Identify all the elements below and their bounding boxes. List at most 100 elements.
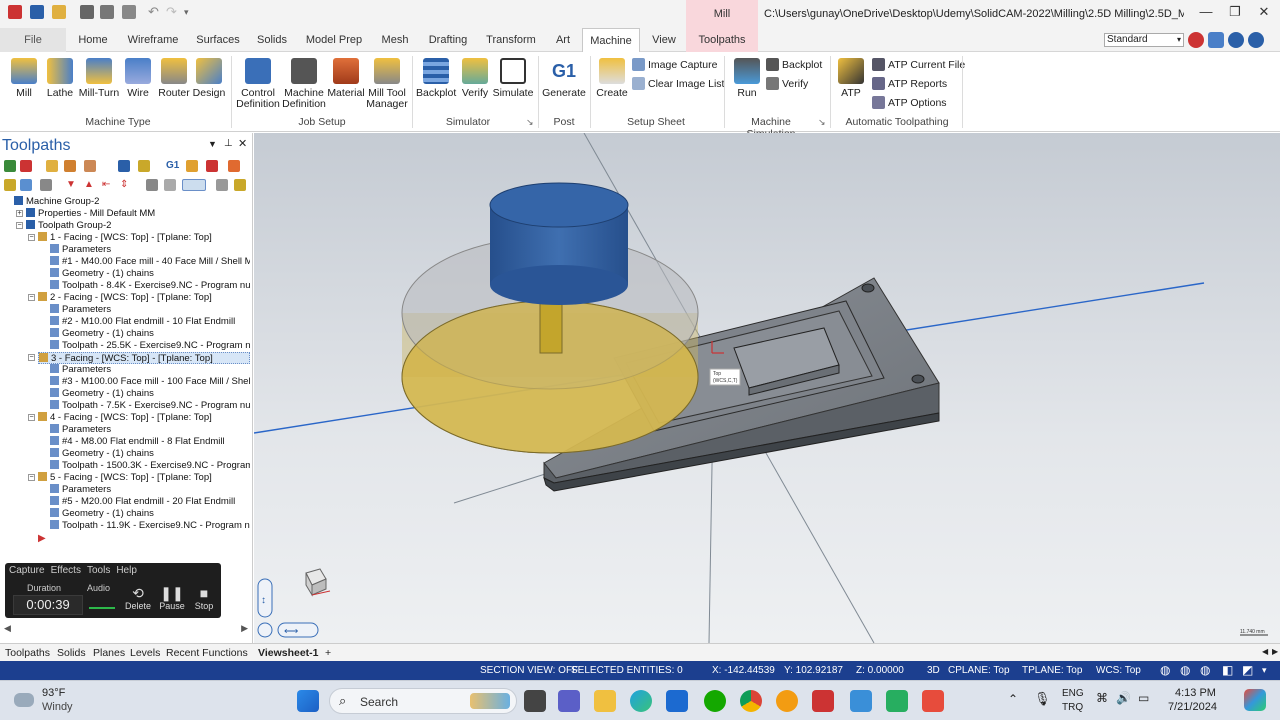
- wcs-status[interactable]: WCS: Top: [1096, 661, 1141, 680]
- viewsheet-tab[interactable]: Viewsheet-1: [258, 647, 319, 659]
- viewsheet-prev-icon[interactable]: ◀: [1262, 647, 1268, 656]
- weather-desc[interactable]: Windy: [42, 701, 73, 713]
- tree-group-item[interactable]: Toolpath Group-2: [26, 220, 250, 232]
- display-options-icon[interactable]: [182, 179, 206, 191]
- expand-toggle-icon[interactable]: −: [28, 234, 35, 241]
- delete-toolpath-icon[interactable]: [206, 160, 218, 172]
- start-windows-icon[interactable]: [297, 690, 319, 712]
- expand-toggle-icon[interactable]: −: [28, 294, 35, 301]
- operation-child-item[interactable]: Toolpath - 11.9K - Exercise9.NC - Progra…: [50, 520, 250, 532]
- toolpath-options-icon[interactable]: [84, 160, 96, 172]
- recorder-delete-button[interactable]: ⟲ Delete: [121, 585, 155, 611]
- deselect-icon[interactable]: [20, 160, 32, 172]
- operation-item[interactable]: 3 - Facing - [WCS: Top] - [Tplane: Top]: [38, 352, 250, 364]
- add-viewsheet-button[interactable]: +: [325, 647, 331, 659]
- backplot-button[interactable]: Backplot: [416, 56, 456, 99]
- network-icon[interactable]: ⌘: [1096, 691, 1108, 705]
- tray-overflow-icon[interactable]: ⌃: [1008, 692, 1018, 706]
- viewsheet-next-icon[interactable]: ▶: [1272, 647, 1278, 656]
- dropdown-icon[interactable]: ▾: [1262, 661, 1267, 680]
- bottom-tab-recent-functions[interactable]: Recent Functions: [166, 647, 248, 659]
- recorder-menu-tools[interactable]: Tools: [87, 565, 110, 576]
- operation-child-item[interactable]: #5 - M20.00 Flat endmill - 20 Flat Endmi…: [50, 496, 250, 508]
- upwork-icon[interactable]: [704, 690, 726, 712]
- notepad-icon[interactable]: [850, 690, 872, 712]
- operation-child-item[interactable]: Geometry - (1) chains: [50, 328, 250, 340]
- camtasia-green-icon[interactable]: [886, 690, 908, 712]
- show-all-icon[interactable]: [164, 179, 176, 191]
- rotate-control[interactable]: [257, 622, 273, 638]
- machine-verify-button[interactable]: Verify: [766, 76, 808, 92]
- recorder-menu-effects[interactable]: Effects: [51, 565, 81, 576]
- operation-child-item[interactable]: Toolpath - 1500.3K - Exercise9.NC - Prog…: [50, 460, 250, 472]
- help-toolpath-icon[interactable]: [228, 160, 240, 172]
- tool-settings-icon[interactable]: [234, 179, 246, 191]
- operation-child-item[interactable]: #4 - M8.00 Flat endmill - 8 Flat Endmill: [50, 436, 250, 448]
- messages-icon[interactable]: [1208, 32, 1224, 48]
- move-up-icon[interactable]: ▲: [84, 179, 96, 191]
- operation-child-item[interactable]: #1 - M40.00 Face mill - 40 Face Mill / S…: [50, 256, 250, 268]
- taskbar-search[interactable]: ⌕ Search: [329, 688, 517, 714]
- machine-simulation-launcher-icon[interactable]: ↘: [818, 117, 826, 128]
- minimize-button[interactable]: —: [1196, 4, 1216, 22]
- operation-child-item[interactable]: Toolpath - 8.4K - Exercise9.NC - Program…: [50, 280, 250, 292]
- operation-child-item[interactable]: Parameters: [50, 424, 250, 436]
- atp-reports-button[interactable]: ATP Reports: [872, 76, 947, 92]
- tab-surfaces[interactable]: Surfaces: [194, 28, 242, 52]
- operation-child-item[interactable]: #3 - M100.00 Face mill - 100 Face Mill /…: [50, 376, 250, 388]
- operation-child-item[interactable]: Geometry - (1) chains: [50, 508, 250, 520]
- machine-backplot-button[interactable]: Backplot: [766, 57, 822, 73]
- regenerate-dirty-icon[interactable]: [64, 160, 76, 172]
- operation-item[interactable]: 4 - Facing - [WCS: Top] - [Tplane: Top]: [38, 412, 250, 424]
- operation-child-item[interactable]: Toolpath - 25.5K - Exercise9.NC - Progra…: [50, 340, 250, 352]
- globe-icon[interactable]: ◍: [1160, 661, 1170, 680]
- expand-toggle-icon[interactable]: −: [28, 354, 35, 361]
- scroll-right-icon[interactable]: ▶: [241, 623, 248, 634]
- expand-toggle-icon[interactable]: −: [16, 222, 23, 229]
- print-icon[interactable]: [80, 5, 94, 19]
- run-button[interactable]: Run: [732, 56, 762, 99]
- atp-options-button[interactable]: ATP Options: [872, 95, 947, 111]
- design-button[interactable]: Design: [192, 56, 226, 99]
- panel-close-icon[interactable]: ✕: [238, 137, 247, 150]
- clear-image-list-button[interactable]: Clear Image List: [632, 76, 724, 92]
- horizontal-scrollbar[interactable]: ◀ ▶: [4, 623, 248, 635]
- battery-icon[interactable]: ▭: [1138, 691, 1149, 705]
- tab-toolpaths[interactable]: Toolpaths: [686, 28, 758, 52]
- mode-3d-toggle[interactable]: 3D: [927, 661, 940, 680]
- mill-tool-manager-button[interactable]: Mill Tool Manager: [366, 56, 408, 110]
- tab-solids[interactable]: Solids: [254, 28, 290, 52]
- audio-level-icon[interactable]: [89, 601, 115, 609]
- tab-home[interactable]: Home: [70, 28, 116, 52]
- weather-temp[interactable]: 93°F: [42, 687, 65, 699]
- verify-toolpath-icon[interactable]: [138, 160, 150, 172]
- comments-icon[interactable]: [1228, 32, 1244, 48]
- post-toolpath-icon[interactable]: G1: [166, 160, 179, 172]
- operation-child-item[interactable]: #2 - M10.00 Flat endmill - 10 Flat Endmi…: [50, 316, 250, 328]
- language-eng[interactable]: ENG: [1062, 688, 1084, 699]
- scroll-left-icon[interactable]: ◀: [4, 623, 11, 634]
- recorder-stop-button[interactable]: ■ Stop: [187, 585, 221, 611]
- simulator-launcher-icon[interactable]: ↘: [526, 117, 534, 128]
- app-orange-icon[interactable]: [776, 690, 798, 712]
- mill-turn-button[interactable]: Mill-Turn: [78, 56, 120, 99]
- bottom-tab-solids[interactable]: Solids: [57, 647, 86, 659]
- tab-drafting[interactable]: Drafting: [424, 28, 472, 52]
- print-preview-icon[interactable]: [100, 5, 114, 19]
- control-definition-button[interactable]: Control Definition: [236, 56, 280, 110]
- restore-button[interactable]: ❐: [1225, 4, 1245, 22]
- app-icon[interactable]: [8, 5, 22, 19]
- language-trq[interactable]: TRQ: [1062, 702, 1083, 713]
- camtasia-red-icon[interactable]: [922, 690, 944, 712]
- toggle-display-icon[interactable]: [20, 179, 32, 191]
- teams-icon[interactable]: [558, 690, 580, 712]
- image-capture-button[interactable]: Image Capture: [632, 57, 717, 73]
- tree-group-item[interactable]: Properties - Mill Default MM: [26, 208, 250, 220]
- pin-icon[interactable]: ⊥: [224, 138, 233, 149]
- chrome-icon[interactable]: [740, 690, 762, 712]
- atp-button[interactable]: ATP: [836, 56, 866, 99]
- tree-group-item[interactable]: Machine Group-2: [14, 196, 250, 208]
- scroll-to-insert-icon[interactable]: ⇕: [120, 179, 132, 191]
- select-all-icon[interactable]: [4, 160, 16, 172]
- bottom-tab-planes[interactable]: Planes: [93, 647, 125, 659]
